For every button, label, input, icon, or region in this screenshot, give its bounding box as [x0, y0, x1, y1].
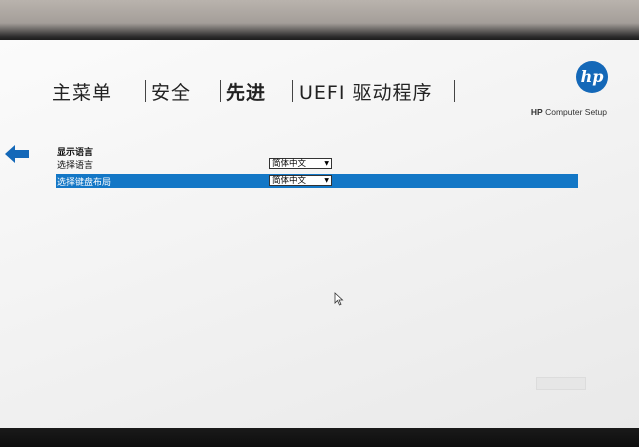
app-title: HP Computer Setup	[531, 107, 607, 117]
menu-main[interactable]: 主菜单	[52, 78, 112, 105]
select-value: 简体中文	[272, 176, 307, 186]
language-select[interactable]: 简体中文 ▼	[269, 158, 332, 169]
dropdown-arrow-icon: ▼	[324, 160, 329, 167]
bios-screen: 主菜单 安全 先进 UEFI 驱动程序 hp HP Computer Setup…	[0, 40, 639, 430]
menu-advanced[interactable]: 先进	[226, 78, 266, 105]
menu-separator	[145, 80, 146, 102]
brand-strong: HP	[530, 107, 543, 117]
hp-logo: hp	[576, 61, 608, 93]
menu-security[interactable]: 安全	[151, 78, 191, 105]
keyboard-layout-select[interactable]: 简体中文 ▼	[269, 175, 332, 186]
monitor-bezel-bottom	[0, 428, 639, 447]
setting-label: 选择语言	[57, 161, 94, 171]
setting-row-keyboard-layout[interactable]: 选择键盘布局 简体中文 ▼	[56, 174, 578, 188]
dropdown-arrow-icon: ▼	[324, 177, 329, 184]
faded-button[interactable]	[536, 377, 586, 390]
menu-separator	[220, 80, 221, 102]
setting-label: 选择键盘布局	[57, 178, 112, 188]
menu-separator	[454, 80, 455, 102]
menu-uefi-drivers[interactable]: UEFI 驱动程序	[299, 78, 432, 105]
mouse-pointer-icon	[334, 292, 344, 306]
left-arrow-icon[interactable]	[5, 145, 29, 163]
setting-row-language[interactable]: 选择语言 简体中文 ▼	[56, 157, 578, 171]
select-value: 简体中文	[272, 159, 307, 169]
monitor-bezel-top	[0, 0, 639, 42]
menu-separator	[292, 80, 293, 102]
brand-rest: Computer Setup	[542, 107, 607, 117]
